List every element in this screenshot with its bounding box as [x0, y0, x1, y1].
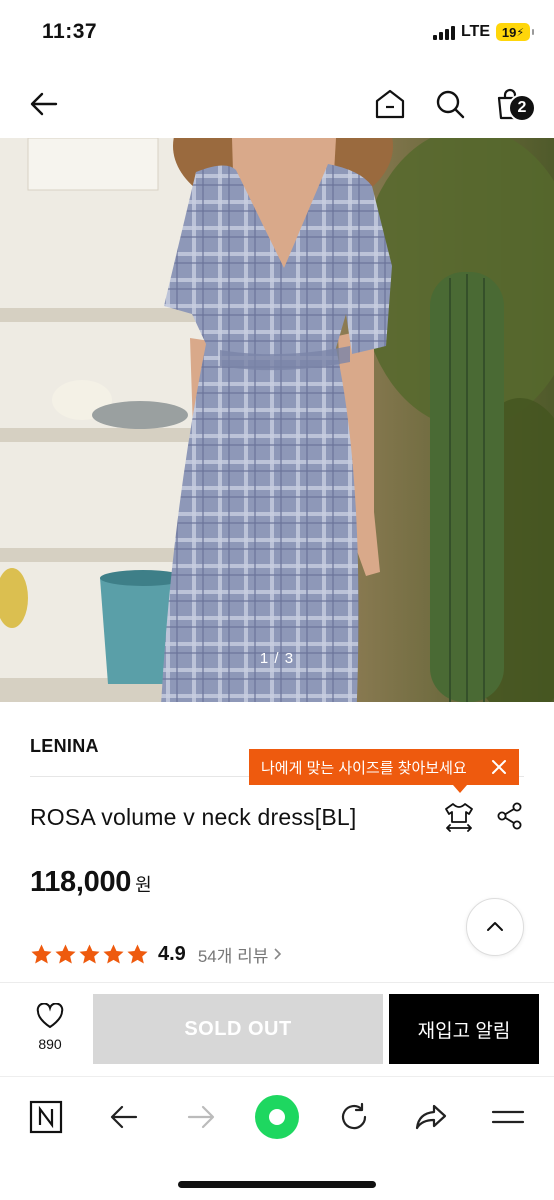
product-image-gallery[interactable]: 1 / 3	[0, 138, 554, 702]
star-icon	[55, 943, 76, 964]
naver-n-icon	[29, 1100, 63, 1134]
top-navigation: 2	[0, 70, 554, 218]
signal-icon	[432, 24, 455, 40]
scroll-to-top-button[interactable]	[466, 898, 524, 956]
star-icon	[79, 943, 100, 964]
sold-out-button: SOLD OUT	[93, 994, 383, 1064]
home-indicator[interactable]	[178, 1181, 376, 1188]
arrow-right-icon	[187, 1105, 215, 1129]
hamburger-menu-icon	[491, 1110, 525, 1124]
size-finder-tooltip-text: 나에게 맞는 사이즈를 찾아보세요	[261, 759, 467, 777]
green-dot-icon	[255, 1095, 299, 1139]
size-finder-tooltip[interactable]: 나에게 맞는 사이즈를 찾아보세요	[249, 749, 519, 793]
close-icon[interactable]	[489, 757, 509, 777]
review-count-link[interactable]: 54개 리뷰	[198, 942, 285, 967]
network-label: LTE	[460, 23, 490, 40]
battery-icon: 19 ⚡	[496, 23, 534, 41]
product-name: ROSA volume v neck dress[BL]	[30, 804, 357, 830]
naver-green-dot-button[interactable]	[253, 1093, 301, 1141]
status-indicators: LTE 19 ⚡	[432, 23, 534, 41]
product-photo	[0, 138, 554, 702]
share-icon[interactable]	[494, 800, 526, 832]
brand-name[interactable]: LENINA	[30, 736, 99, 757]
search-icon	[436, 90, 465, 119]
battery-level: 19	[501, 24, 517, 40]
arrow-left-icon	[30, 92, 58, 116]
browser-toolbar	[0, 1076, 554, 1200]
naver-home-button[interactable]	[22, 1093, 70, 1141]
rating-score: 4.9	[158, 942, 186, 965]
browser-back-button[interactable]	[100, 1093, 148, 1141]
refresh-button[interactable]	[330, 1093, 378, 1141]
heart-icon	[36, 1002, 64, 1029]
cart-button[interactable]: 2	[488, 82, 536, 126]
image-counter: 1 / 3	[259, 650, 295, 667]
home-button[interactable]	[368, 82, 412, 126]
refresh-icon	[341, 1102, 367, 1130]
restock-alert-button[interactable]: 재입고 알림	[389, 994, 539, 1064]
home-icon	[375, 89, 405, 119]
status-bar: 11:37 LTE 19 ⚡	[0, 0, 554, 70]
review-count: 54개 리뷰	[197, 946, 269, 966]
rating-stars	[30, 943, 149, 966]
wishlist-count: 890	[38, 1036, 62, 1052]
status-time: 11:37	[42, 20, 98, 43]
star-icon	[127, 943, 148, 964]
price-amount: 118,000	[30, 866, 132, 898]
cart-count-badge: 2	[508, 94, 536, 122]
size-guide-icon[interactable]	[443, 800, 475, 832]
purchase-action-bar: 890 SOLD OUT 재입고 알림	[0, 982, 554, 1076]
rating-summary: 4.9 54개 리뷰	[30, 940, 284, 968]
browser-share-button[interactable]	[407, 1093, 455, 1141]
menu-button[interactable]	[484, 1093, 532, 1141]
star-icon	[31, 943, 52, 964]
search-button[interactable]	[428, 82, 472, 126]
chevron-up-icon	[487, 922, 503, 931]
back-button[interactable]	[22, 82, 66, 126]
chevron-right-icon	[274, 948, 282, 960]
product-price: 118,000 원	[30, 866, 152, 899]
star-icon	[103, 943, 124, 964]
arrow-left-icon	[110, 1105, 138, 1129]
price-currency: 원	[135, 875, 152, 895]
wishlist-button[interactable]: 890	[20, 1002, 80, 1063]
share-arrow-icon	[415, 1104, 447, 1130]
browser-forward-button[interactable]	[177, 1093, 225, 1141]
